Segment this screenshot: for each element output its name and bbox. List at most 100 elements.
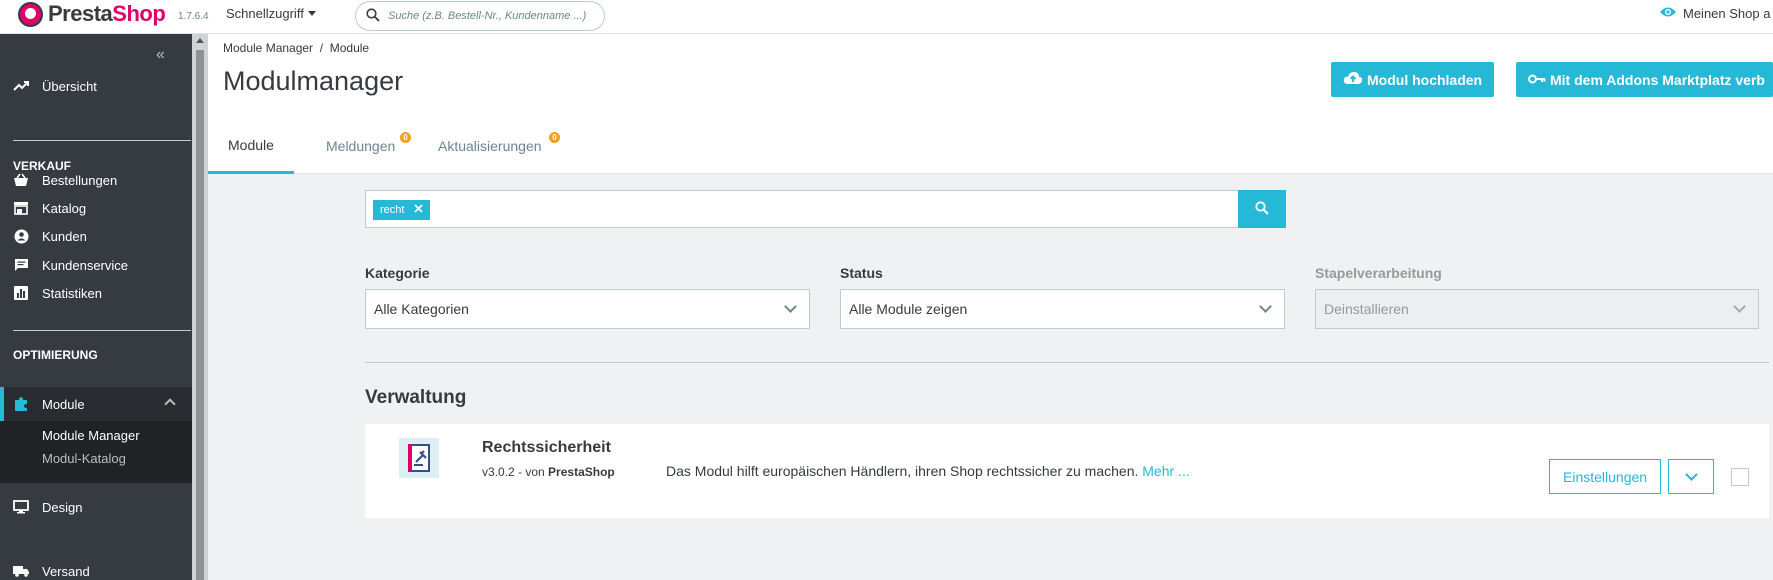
chevron-down-icon — [1684, 468, 1698, 481]
chat-icon — [0, 258, 42, 272]
search-placeholder: Suche (z.B. Bestell-Nr., Kundenname ...) — [388, 10, 587, 22]
status-select[interactable]: Alle Module zeigen — [840, 289, 1285, 329]
module-search-button[interactable] — [1238, 190, 1286, 228]
desktop-icon — [0, 500, 42, 514]
scrollbar-thumb[interactable] — [196, 50, 204, 580]
module-version-text: v3.0.2 - von — [482, 465, 549, 479]
status-label: Status — [840, 265, 883, 281]
updates-badge: 0 — [549, 132, 560, 143]
sidebar-item-statistics[interactable]: Statistiken — [0, 281, 192, 305]
sidebar-item-shipping[interactable]: Versand — [0, 559, 192, 580]
configure-button[interactable]: Einstellungen — [1549, 459, 1662, 494]
connect-addons-button[interactable]: Mit dem Addons Marktplatz verb — [1516, 62, 1773, 97]
status-value: Alle Module zeigen — [849, 301, 968, 317]
sidebar-item-label: Statistiken — [42, 285, 102, 301]
view-my-shop-link[interactable]: Meinen Shop a — [1659, 6, 1770, 21]
prestashop-logo[interactable]: PrestaShop — [18, 1, 166, 27]
tab-label: Meldungen — [326, 138, 396, 154]
logo-icon — [18, 1, 43, 27]
search-icon — [366, 8, 380, 25]
global-search-input[interactable]: Suche (z.B. Bestell-Nr., Kundenname ...) — [355, 1, 605, 31]
sidebar-item-customer-service[interactable]: Kundenservice — [0, 253, 192, 277]
connect-addons-label: Mit dem Addons Marktplatz verb — [1550, 71, 1765, 88]
sidebar-item-design[interactable]: Design — [0, 495, 192, 519]
sidebar-item-label: Kunden — [42, 228, 87, 244]
sidebar-item-customers[interactable]: Kunden — [0, 224, 192, 248]
eye-icon — [1659, 6, 1677, 21]
sidebar-item-label: Übersicht — [42, 78, 97, 94]
version-label: 1.7.6.4 — [178, 11, 209, 22]
store-icon — [0, 201, 42, 215]
category-value: Alle Kategorien — [374, 301, 469, 317]
sidebar-item-orders[interactable]: Bestellungen — [0, 168, 192, 192]
submenu-item-module-manager[interactable]: Module Manager — [42, 428, 140, 443]
logo-text: PrestaShop — [48, 1, 166, 26]
divider — [13, 140, 191, 141]
modules-submenu: Module Manager Modul-Katalog — [0, 421, 192, 483]
collapse-sidebar-icon[interactable]: « — [156, 46, 165, 64]
upload-module-button[interactable]: Modul hochladen — [1331, 62, 1495, 97]
module-card: Rechtssicherheit v3.0.2 - von PrestaShop… — [365, 424, 1769, 518]
bulk-action-select[interactable]: Deinstallieren — [1315, 289, 1759, 329]
sidebar-item-label: Versand — [42, 563, 90, 579]
scroll-up-arrow-icon[interactable] — [196, 38, 204, 43]
chevron-down-icon — [784, 300, 797, 313]
quick-access-label: Schnellzugriff — [226, 6, 304, 21]
module-logo — [399, 438, 439, 478]
quick-access-dropdown[interactable]: Schnellzugriff — [226, 6, 316, 21]
module-tabs: Module Meldungen 0 Aktualisierungen 0 — [208, 118, 1773, 174]
divider — [365, 362, 1769, 363]
key-icon — [1528, 72, 1546, 88]
tab-label: Module — [228, 136, 274, 153]
module-actions-dropdown[interactable] — [1668, 459, 1714, 494]
bar-chart-icon — [0, 286, 42, 300]
submenu-item-module-catalog[interactable]: Modul-Katalog — [42, 451, 126, 466]
modules-content: recht Kategorie Alle Kategorien Status A… — [208, 174, 1773, 580]
module-name[interactable]: Rechtssicherheit — [482, 439, 611, 457]
sidebar-item-catalog[interactable]: Katalog — [0, 196, 192, 220]
search-tag-label: recht — [380, 204, 405, 216]
sidebar-item-label: Bestellungen — [42, 172, 118, 188]
page-title: Modulmanager — [223, 66, 404, 96]
chevron-down-icon — [1733, 300, 1746, 313]
truck-icon — [0, 565, 42, 577]
account-circle-icon — [0, 229, 42, 244]
sidebar-item-modules[interactable]: Module — [0, 387, 192, 421]
page-header: Module Manager / Module Modulmanager Mod… — [208, 34, 1773, 118]
gavel-book-icon — [408, 444, 430, 472]
puzzle-icon — [0, 396, 42, 412]
notifications-badge: 0 — [400, 132, 411, 143]
caret-down-icon — [307, 11, 316, 16]
cloud-upload-icon — [1343, 71, 1363, 88]
chevron-up-icon[interactable] — [164, 398, 176, 410]
tab-label: Aktualisierungen — [438, 138, 542, 154]
tab-updates[interactable]: Aktualisierungen — [430, 118, 550, 174]
sidebar-item-label: Design — [42, 499, 83, 515]
bulk-action-value: Deinstallieren — [1324, 301, 1409, 317]
read-more-link[interactable]: Mehr ... — [1142, 463, 1189, 479]
sidebar-item-label: Kundenservice — [42, 257, 128, 273]
module-version: v3.0.2 - von PrestaShop — [482, 465, 615, 479]
category-label: Kategorie — [365, 265, 430, 281]
sidebar-item-label: Module — [42, 396, 85, 412]
tab-modules[interactable]: Module — [208, 118, 294, 174]
trending-icon — [0, 80, 42, 92]
breadcrumb[interactable]: Module Manager / Module — [223, 41, 369, 55]
sidebar-item-overview[interactable]: Übersicht — [0, 74, 192, 98]
divider — [13, 330, 191, 331]
module-select-checkbox[interactable] — [1731, 468, 1749, 486]
close-icon[interactable] — [414, 204, 424, 216]
bulk-action-label: Stapelverarbeitung — [1315, 265, 1442, 281]
sidebar-scrollbar[interactable] — [192, 34, 208, 580]
category-select[interactable]: Alle Kategorien — [365, 289, 810, 329]
module-description-text: Das Modul hilft europäischen Händlern, i… — [666, 463, 1139, 479]
basket-icon — [0, 173, 42, 187]
optimize-heading: OPTIMIERUNG — [13, 348, 98, 362]
search-tag: recht — [373, 200, 431, 220]
sidebar-item-label: Katalog — [42, 200, 87, 216]
section-title: Verwaltung — [365, 387, 467, 408]
upload-module-label: Modul hochladen — [1367, 71, 1483, 88]
module-search-input[interactable]: recht — [365, 190, 1239, 228]
tab-notifications[interactable]: Meldungen — [318, 118, 403, 174]
module-author: PrestaShop — [548, 465, 615, 479]
